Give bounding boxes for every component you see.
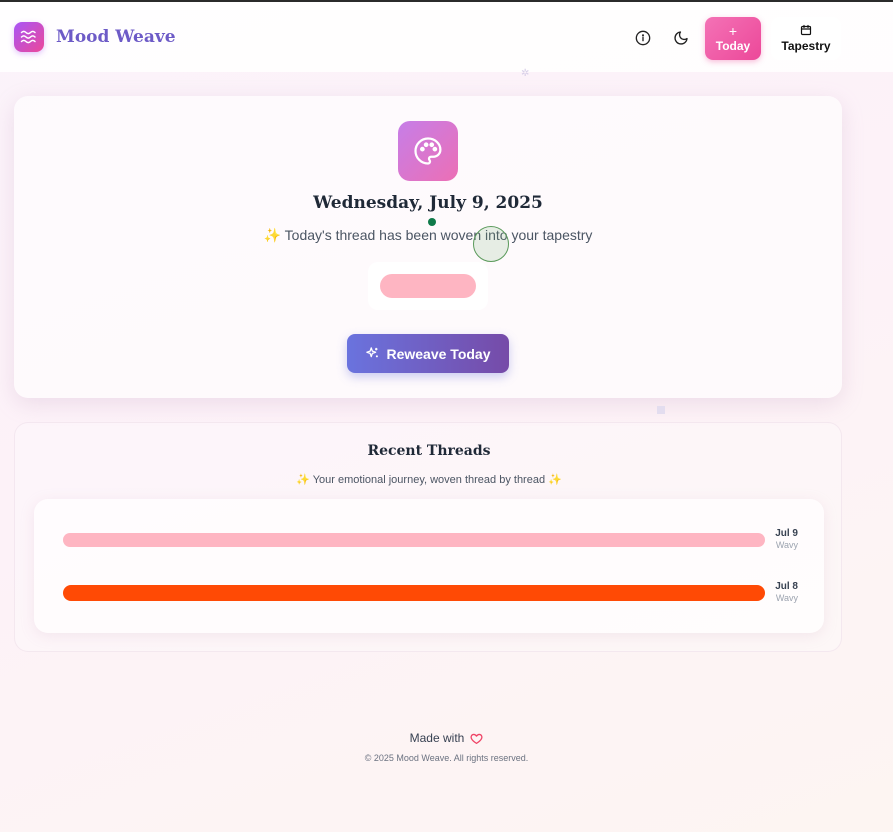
calendar-icon: [800, 24, 812, 36]
palette-icon: [398, 121, 458, 181]
sparkle-icon: ✨: [548, 474, 562, 486]
woven-status-message: ✨ Today's thread has been woven into you…: [14, 227, 842, 244]
today-card: Wednesday, July 9, 2025 ✨ Today's thread…: [14, 96, 842, 398]
thread-meta: Jul 9 Wavy: [775, 528, 798, 550]
thread-bar: [63, 533, 765, 547]
info-icon: [635, 30, 651, 46]
thread-date: Jul 9: [775, 528, 798, 539]
plus-icon: +: [728, 22, 738, 39]
sparkle-icon: ✨: [263, 227, 282, 243]
tapestry-nav-button[interactable]: Tapestry: [771, 17, 841, 60]
brand-title[interactable]: Mood Weave: [56, 27, 176, 47]
threads-list: Jul 9 Wavy Jul 8 Wavy: [34, 499, 824, 633]
sparkles-icon: [366, 347, 379, 358]
reweave-today-button[interactable]: Reweave Today: [347, 334, 509, 373]
heart-icon: [470, 733, 483, 744]
thread-label: Wavy: [775, 540, 798, 550]
sparkle-decoration: [657, 406, 665, 414]
thread-date: Jul 8: [775, 581, 798, 592]
moon-icon: [674, 31, 688, 45]
recent-threads-card: Recent Threads ✨ Your emotional journey,…: [14, 422, 842, 652]
recent-threads-heading: Recent Threads: [367, 443, 491, 459]
recent-threads-subtitle: ✨ Your emotional journey, woven thread b…: [15, 473, 843, 486]
thread-label: Wavy: [775, 593, 798, 603]
reweave-label: Reweave Today: [386, 345, 491, 362]
today-nav-label: Today: [715, 38, 751, 53]
footer-made-with-text: Made with: [409, 731, 465, 745]
today-nav-button[interactable]: + Today: [705, 17, 761, 60]
recent-subtitle-text: Your emotional journey, woven thread by …: [312, 474, 546, 486]
thread-bar: [63, 585, 765, 601]
app-header: Mood Weave + Today Tapestry: [0, 2, 893, 72]
logo-waves-icon[interactable]: [14, 22, 44, 52]
cursor-indicator-ring: [473, 226, 509, 262]
tapestry-nav-label: Tapestry: [781, 39, 831, 53]
cursor-indicator-dot: [428, 218, 436, 226]
today-thread-preview: [368, 262, 488, 310]
info-button[interactable]: [629, 24, 657, 52]
today-date-heading: Wednesday, July 9, 2025: [313, 193, 543, 213]
thread-meta: Jul 8 Wavy: [775, 581, 798, 603]
sparkle-icon: ✨: [296, 474, 310, 486]
theme-toggle-button[interactable]: [667, 24, 695, 52]
footer-made-with: Made with: [0, 731, 893, 745]
footer-copyright: © 2025 Mood Weave. All rights reserved.: [364, 753, 529, 763]
woven-status-text: Today's thread has been woven into your …: [284, 227, 593, 243]
today-thread-swatch: [380, 274, 476, 298]
sparkle-decoration: ✲: [521, 68, 530, 79]
